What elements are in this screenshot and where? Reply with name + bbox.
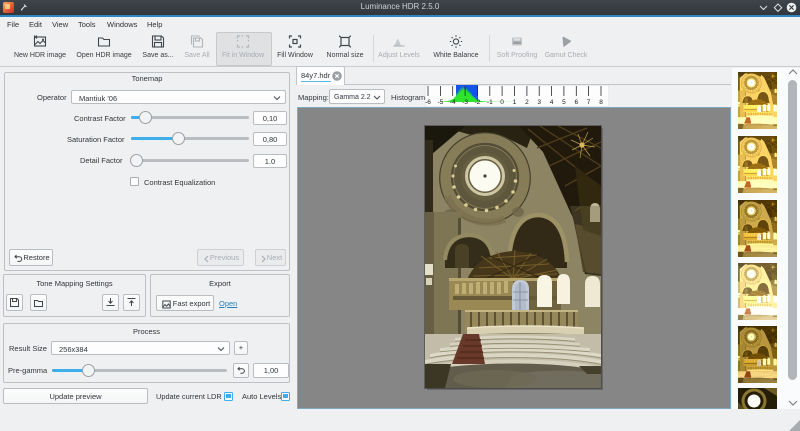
svg-text:-1: -1 [487,99,493,106]
svg-text:7: 7 [587,99,591,106]
svg-text:-6: -6 [425,99,431,106]
svg-text:1: 1 [513,99,517,106]
svg-text:3: 3 [537,99,541,106]
svg-text:-3: -3 [462,99,468,106]
svg-text:0: 0 [500,99,504,106]
svg-text:-4: -4 [450,99,456,106]
svg-text:-5: -5 [438,99,444,106]
svg-text:6: 6 [574,99,578,106]
svg-text:5: 5 [562,99,566,106]
svg-text:2: 2 [525,99,529,106]
svg-text:8: 8 [599,99,603,106]
svg-text:-2: -2 [475,99,481,106]
svg-text:4: 4 [550,99,554,106]
